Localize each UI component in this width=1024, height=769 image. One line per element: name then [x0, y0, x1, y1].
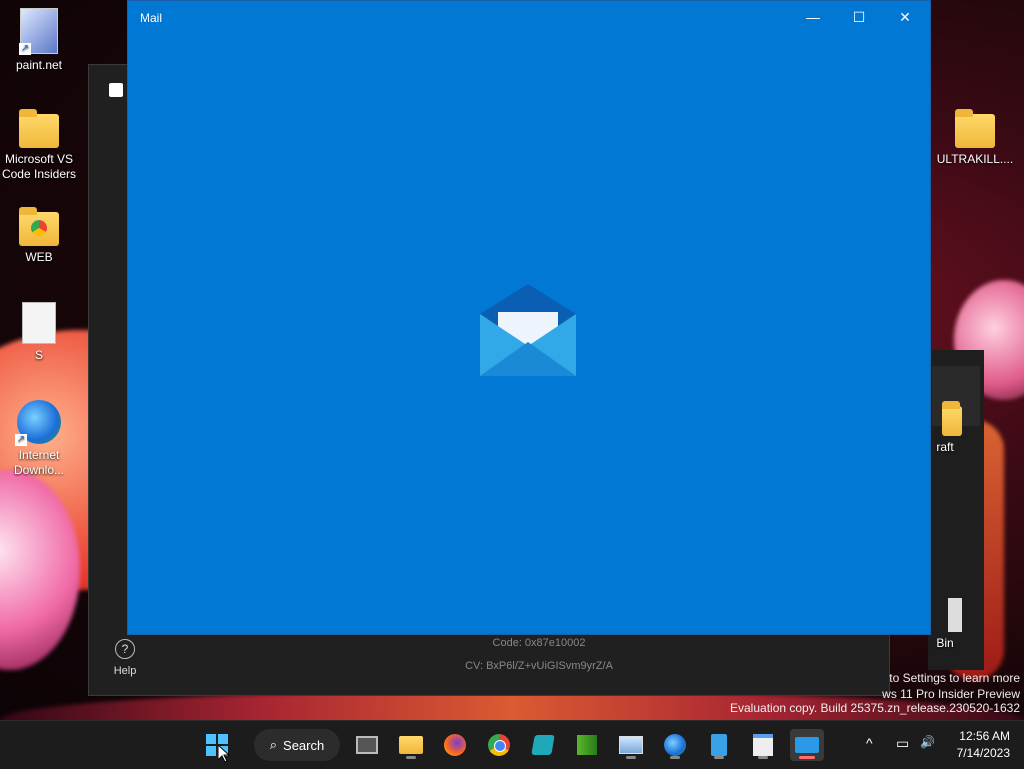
document-icon	[22, 302, 56, 344]
firefox-button[interactable]	[438, 729, 472, 761]
internet-download-manager-button[interactable]	[658, 729, 692, 761]
taskbar-search[interactable]: ⌕ Search	[254, 729, 340, 761]
task-view-icon	[356, 736, 378, 754]
microsoft-store-button[interactable]	[746, 729, 780, 761]
shortcut-arrow-icon: ↗	[15, 434, 27, 446]
show-hidden-icons-button[interactable]: ^	[866, 735, 873, 751]
running-indicator	[670, 756, 680, 759]
minimize-button[interactable]: —	[790, 1, 836, 33]
active-indicator	[799, 756, 815, 759]
maximize-button[interactable]: ☐	[836, 1, 882, 33]
volume-icon: 🔊	[920, 735, 935, 749]
close-button[interactable]: ✕	[882, 1, 928, 33]
minimize-icon: —	[806, 9, 820, 25]
desktop-icon-label: raft	[936, 440, 954, 454]
desktop-icon-web[interactable]: WEB	[0, 206, 78, 265]
desktop-icon-s[interactable]: S	[0, 302, 78, 363]
search-icon: ⌕	[269, 737, 278, 752]
error-cv: CV: BxP6l/Z+vUiGISvm9yrZ/A	[465, 660, 613, 672]
paintnet-icon: ↗	[19, 8, 58, 55]
desktop-icon-label: S	[34, 348, 43, 362]
chrome-icon	[31, 220, 47, 236]
clock[interactable]: 12:56 AM 7/14/2023	[957, 728, 1010, 762]
desktop-icon-vscode-insiders[interactable]: Microsoft VS Code Insiders	[0, 108, 78, 182]
notepad-icon	[711, 734, 727, 756]
clock-date: 7/14/2023	[956, 746, 1010, 760]
folder-icon	[19, 207, 59, 246]
notepad-button[interactable]	[702, 729, 736, 761]
close-icon: ✕	[899, 8, 911, 25]
desktop-icon-label: Microsoft VS Code Insiders	[1, 152, 77, 181]
running-indicator	[714, 756, 724, 759]
task-view-button[interactable]	[350, 729, 384, 761]
store-icon	[753, 734, 773, 756]
mail-logo-icon	[480, 284, 576, 376]
desktop-icon-label: ULTRAKILL....	[936, 152, 1014, 166]
clock-time: 12:56 AM	[959, 729, 1010, 743]
desktop-icon-label: Bin	[936, 636, 954, 650]
photos-button[interactable]	[614, 729, 648, 761]
globe-icon: ↗	[15, 400, 61, 446]
recycle-bin-icon	[948, 598, 962, 632]
running-indicator	[406, 756, 416, 759]
globe-icon	[664, 734, 686, 756]
desktop-icon-label: paint.net	[15, 58, 63, 72]
shortcut-arrow-icon: ↗	[19, 43, 31, 55]
chrome-center	[494, 740, 506, 752]
folder-icon	[955, 109, 995, 148]
vscode-insiders-icon	[531, 735, 555, 755]
window-title: Mail	[140, 11, 163, 25]
volume-button[interactable]: 🔊	[920, 735, 935, 749]
running-indicator	[758, 756, 768, 759]
folder-icon	[19, 109, 59, 148]
minecraft-icon	[577, 735, 597, 755]
desktop-icon-label: WEB	[25, 250, 53, 264]
desktop-icon-internet-download-manager[interactable]: ↗ Internet Downlo...	[0, 400, 78, 478]
file-explorer-button[interactable]	[394, 729, 428, 761]
error-code: Code: 0x87e10002	[492, 637, 586, 649]
vscode-insiders-button[interactable]	[526, 729, 560, 761]
network-button[interactable]: ▭	[896, 735, 909, 752]
photos-icon	[619, 736, 643, 754]
desktop-icon-label: Internet Downlo...	[13, 448, 65, 477]
store-icon	[109, 83, 123, 97]
maximize-icon: ☐	[852, 8, 866, 25]
mouse-cursor-icon	[218, 745, 230, 763]
mail-window[interactable]: Mail — ☐ ✕	[127, 0, 931, 635]
desktop-icon-paintnet[interactable]: ↗ paint.net	[0, 8, 78, 73]
background-panel: raft Bin	[928, 350, 984, 670]
desktop-icon-ultrakill[interactable]: ULTRAKILL....	[936, 108, 1014, 167]
watermark-line-1: to Settings to learn more	[889, 671, 1020, 685]
watermark-line-3: Evaluation copy. Build 25375.zn_release.…	[730, 701, 1020, 715]
folder-icon	[399, 736, 423, 754]
chrome-button[interactable]	[482, 729, 516, 761]
minecraft-button[interactable]	[570, 729, 604, 761]
chrome-icon	[488, 734, 510, 756]
firefox-icon	[444, 734, 466, 756]
chevron-up-icon: ^	[866, 735, 873, 751]
network-icon: ▭	[896, 735, 910, 751]
taskbar: ⌕ Search ^ ▭ 🔊 12:56 AM 7/14/2023	[0, 720, 1024, 769]
search-label: Search	[283, 737, 325, 753]
mail-icon	[795, 737, 819, 753]
running-indicator	[626, 756, 636, 759]
folder-icon	[942, 401, 962, 436]
mail-button[interactable]	[790, 729, 824, 761]
